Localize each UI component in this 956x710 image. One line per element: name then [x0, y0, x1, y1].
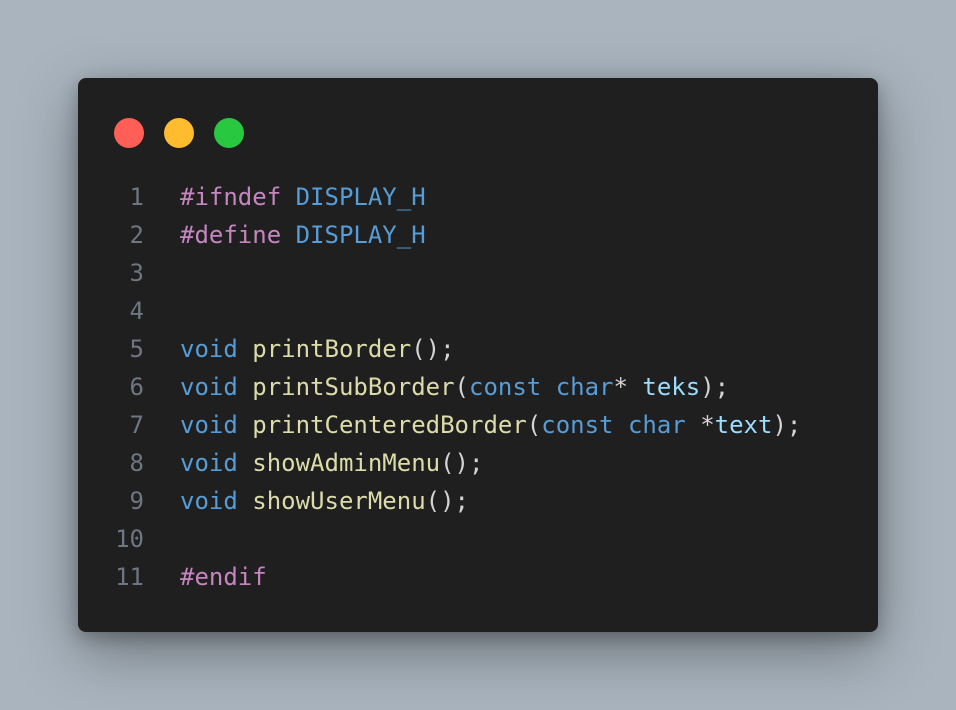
- code-line-content: void printBorder();: [180, 330, 455, 368]
- line-number: 8: [129, 449, 144, 477]
- line-number: 10: [115, 525, 144, 553]
- code-token: text: [714, 411, 773, 439]
- code-line[interactable]: 7 void printCenteredBorder(const char *te…: [78, 406, 878, 444]
- code-line[interactable]: 5 void printBorder();: [78, 330, 878, 368]
- code-line[interactable]: 1 #ifndef DISPLAY_H: [78, 178, 878, 216]
- code-token: void: [180, 335, 238, 363]
- code-token: char: [627, 411, 686, 439]
- code-token: );: [772, 411, 802, 439]
- line-number: 6: [129, 373, 144, 401]
- code-line[interactable]: 11 #endif: [78, 558, 878, 596]
- code-token: char: [555, 373, 614, 401]
- code-line[interactable]: 10: [78, 520, 878, 558]
- code-token: void: [180, 487, 238, 515]
- code-token: const: [469, 373, 542, 401]
- code-token: ();: [425, 487, 469, 515]
- code-line[interactable]: 9 void showUserMenu();: [78, 482, 878, 520]
- code-token: #define: [180, 221, 282, 249]
- code-token: );: [700, 373, 730, 401]
- code-line[interactable]: 8 void showAdminMenu();: [78, 444, 878, 482]
- line-number: 3: [129, 259, 144, 287]
- code-line[interactable]: 6 void printSubBorder(const char* teks);: [78, 368, 878, 406]
- close-icon[interactable]: [114, 118, 144, 148]
- code-line-content: #ifndef DISPLAY_H: [180, 178, 426, 216]
- code-token: (: [526, 411, 542, 439]
- code-token: DISPLAY_H: [295, 221, 426, 249]
- code-token: void: [180, 449, 238, 477]
- code-token: const: [541, 411, 614, 439]
- code-token: (: [454, 373, 469, 401]
- code-token: *: [685, 411, 715, 439]
- line-number: 11: [115, 563, 144, 591]
- code-line-content: #define DISPLAY_H: [180, 216, 426, 254]
- code-token: #ifndef: [180, 183, 282, 211]
- code-token: ();: [411, 335, 455, 363]
- window-controls: [114, 118, 244, 148]
- code-token: DISPLAY_H: [295, 183, 426, 211]
- code-line[interactable]: 2 #define DISPLAY_H: [78, 216, 878, 254]
- code-token: ();: [440, 449, 484, 477]
- code-token: void: [180, 373, 238, 401]
- code-token: void: [180, 411, 238, 439]
- line-number: 4: [129, 297, 144, 325]
- line-number: 1: [129, 183, 144, 211]
- minimize-icon[interactable]: [164, 118, 194, 148]
- code-line-content: void printCenteredBorder(const char *tex…: [180, 406, 801, 444]
- code-token: teks: [642, 373, 701, 401]
- code-token: printSubBorder: [252, 373, 455, 401]
- line-number: 7: [129, 411, 144, 439]
- line-number: 2: [129, 221, 144, 249]
- code-line-content: #endif: [180, 558, 267, 596]
- code-line-content: void printSubBorder(const char* teks);: [180, 368, 729, 406]
- code-window: 1 #ifndef DISPLAY_H 2 #define DISPLAY_H 3 4 5 v…: [78, 78, 878, 632]
- code-token: showAdminMenu: [252, 449, 441, 477]
- code-token: printCenteredBorder: [252, 411, 527, 439]
- code-editor[interactable]: 1 #ifndef DISPLAY_H 2 #define DISPLAY_H 3 4 5 v…: [78, 178, 878, 596]
- code-token: #endif: [180, 563, 267, 591]
- line-number: 5: [129, 335, 144, 363]
- code-line[interactable]: 3: [78, 254, 878, 292]
- line-number: 9: [129, 487, 144, 515]
- code-token: *: [613, 373, 643, 401]
- code-line-content: void showAdminMenu();: [180, 444, 483, 482]
- code-token: printBorder: [252, 335, 412, 363]
- maximize-icon[interactable]: [214, 118, 244, 148]
- code-token: showUserMenu: [252, 487, 426, 515]
- code-line-content: void showUserMenu();: [180, 482, 469, 520]
- code-line[interactable]: 4: [78, 292, 878, 330]
